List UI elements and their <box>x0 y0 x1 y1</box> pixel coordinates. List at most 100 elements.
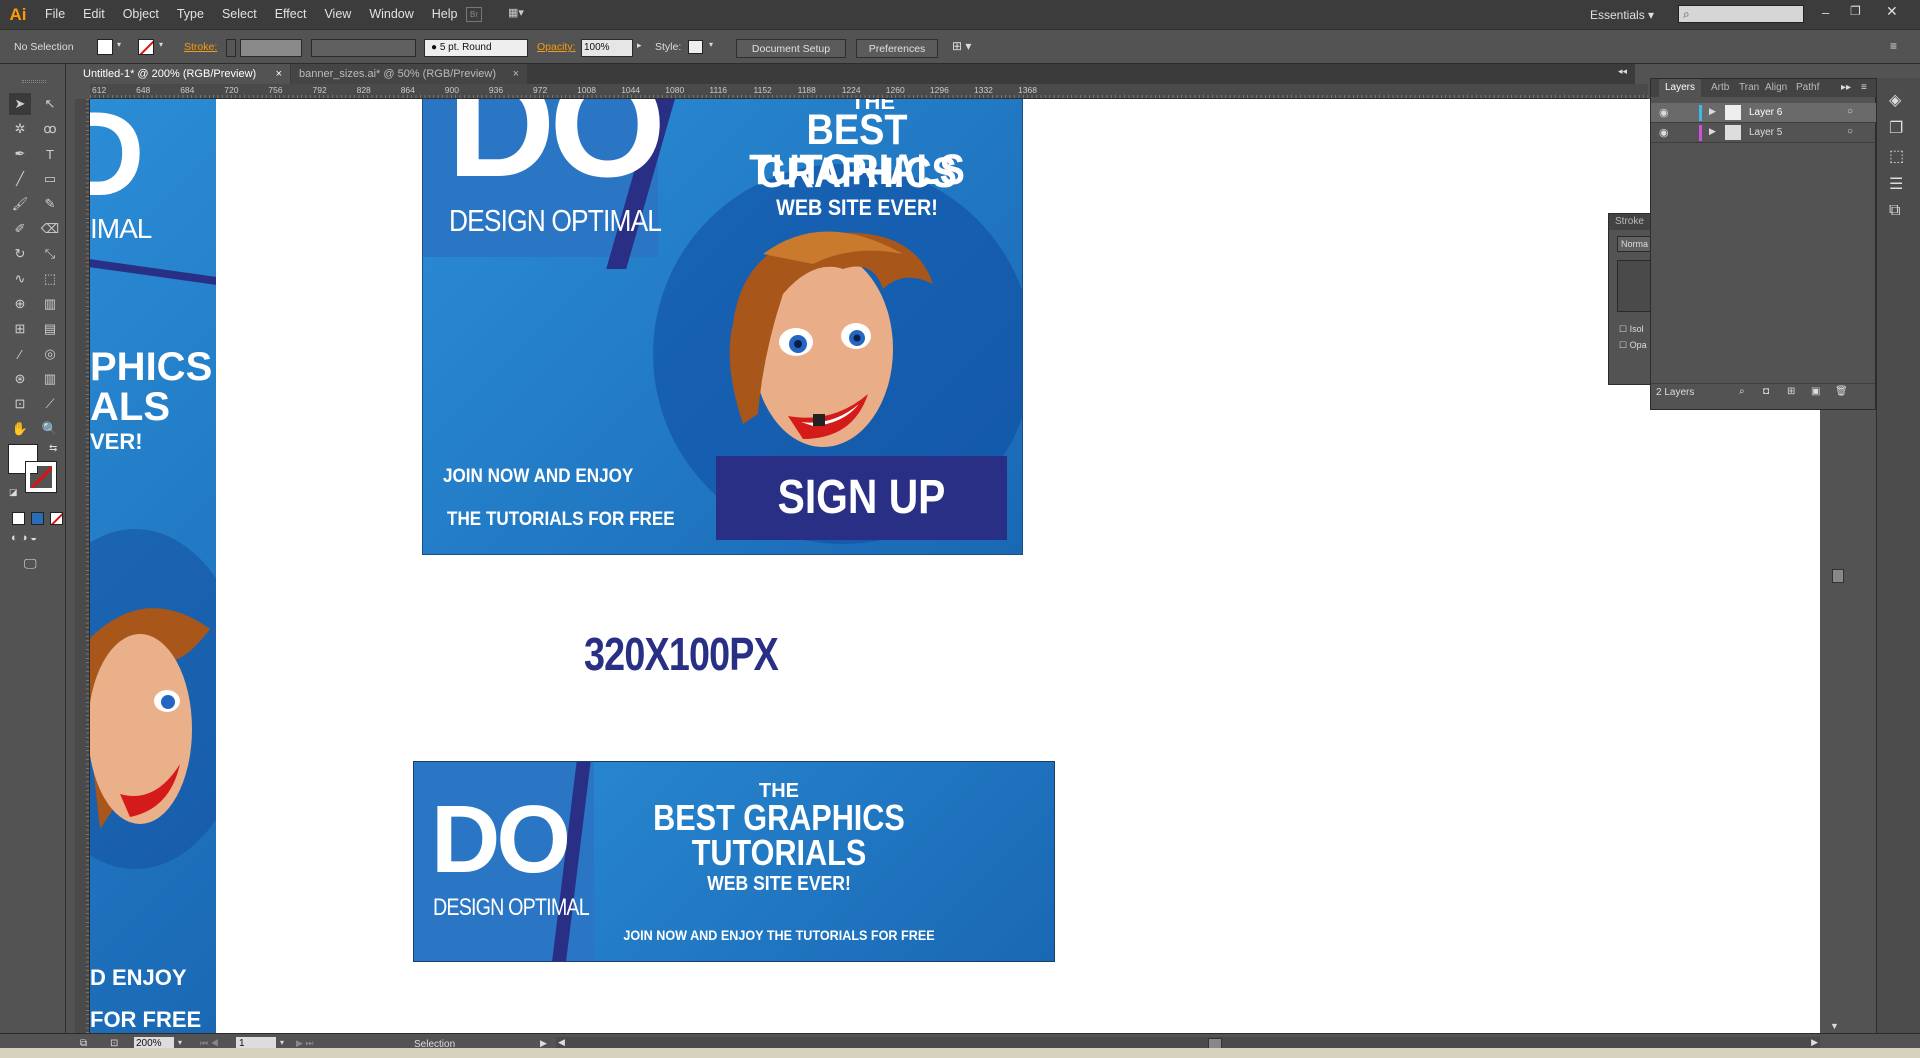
expand-icon[interactable]: ▶ <box>1709 126 1716 137</box>
restore-icon[interactable]: ❐ <box>1850 4 1861 18</box>
artboard-dropdown-icon[interactable]: ▾ <box>280 1038 284 1047</box>
align-dock-icon[interactable]: ☰ <box>1889 174 1903 194</box>
selection-tool-icon[interactable]: ➤ <box>9 93 31 115</box>
type-tool-icon[interactable]: T <box>39 143 61 165</box>
default-colors-icon[interactable]: ◪ <box>9 487 18 498</box>
layer-row[interactable]: ◉ ▶ Layer 6 ○ <box>1651 103 1877 123</box>
stroke-weight-field[interactable] <box>240 39 302 57</box>
banner-skyscraper-partial[interactable]: D IMAL PHICS ALS VER! D ENJOY FOR FREE <box>90 99 216 1033</box>
layer-row[interactable]: ◉ ▶ Layer 5 ○ <box>1651 123 1877 143</box>
scrollbar-thumb[interactable] <box>1832 569 1844 583</box>
stroke-weight-stepper[interactable] <box>226 39 236 57</box>
direct-selection-tool-icon[interactable]: ↖ <box>39 93 61 115</box>
eyedropper-tool-icon[interactable]: ⁄ <box>9 343 31 365</box>
new-sublayer-icon[interactable]: ⊞ <box>1787 386 1795 397</box>
isolate-checkbox[interactable]: ☐ Isol <box>1619 324 1652 335</box>
zoom-dropdown-icon[interactable]: ▾ <box>178 1038 182 1047</box>
sign-up-button[interactable]: SIGN UP NOW <box>716 456 1007 540</box>
fill-dropdown-icon[interactable]: ▾ <box>117 40 121 49</box>
artboard-tool-icon[interactable]: ⊡ <box>9 393 31 415</box>
tab-pathfinder[interactable]: Pathf <box>1796 79 1819 97</box>
opacity-label[interactable]: Opacity: <box>537 41 576 53</box>
hand-tool-icon[interactable]: ✋ <box>9 418 31 440</box>
menu-view[interactable]: View <box>315 0 360 29</box>
tab-artboards[interactable]: Artb <box>1711 79 1729 97</box>
gradient-mode-icon[interactable] <box>31 512 44 525</box>
free-transform-tool-icon[interactable]: ⬚ <box>39 268 61 290</box>
collapse-panels-icon[interactable]: ◂◂ <box>1618 66 1627 77</box>
stroke-panel-title[interactable]: Stroke <box>1609 214 1652 230</box>
menu-select[interactable]: Select <box>213 0 266 29</box>
document-setup-button[interactable]: Document Setup <box>736 39 846 58</box>
pencil-tool-icon[interactable]: ✎ <box>39 193 61 215</box>
make-clipping-mask-icon[interactable]: ◘ <box>1763 386 1769 397</box>
stroke-swatch[interactable] <box>138 39 154 55</box>
opacity-mask-checkbox[interactable]: ☐ Opa <box>1619 340 1652 351</box>
opacity-field[interactable]: 100% <box>581 39 633 57</box>
eye-icon[interactable]: ◉ <box>1659 106 1669 119</box>
paintbrush-tool-icon[interactable]: 🖌 <box>9 193 31 215</box>
opacity-arrow-icon[interactable]: ▸ <box>637 40 642 51</box>
gradient-tool-icon[interactable]: ▤ <box>39 318 61 340</box>
minimize-icon[interactable]: – <box>1822 5 1829 20</box>
scroll-left-icon[interactable]: ◀ <box>558 1037 565 1048</box>
vertical-ruler[interactable] <box>75 99 90 1033</box>
variable-width-profile[interactable] <box>311 39 416 57</box>
warp-tool-icon[interactable]: ∿ <box>9 268 31 290</box>
tab-layers[interactable]: Layers <box>1659 79 1702 97</box>
layer-name[interactable]: Layer 5 <box>1749 127 1782 138</box>
shape-builder-tool-icon[interactable]: ⊕ <box>9 293 31 315</box>
search-input[interactable]: ⌕ <box>1678 5 1804 23</box>
menu-object[interactable]: Object <box>114 0 168 29</box>
style-swatch[interactable] <box>688 40 703 54</box>
screen-mode-icon[interactable]: 🖵 <box>24 556 37 572</box>
menu-file[interactable]: File <box>36 0 74 29</box>
layers-dock-icon[interactable]: ◈ <box>1889 90 1901 110</box>
pathfinder-dock-icon[interactable]: ⧉ <box>1889 202 1900 220</box>
eye-icon[interactable]: ◉ <box>1659 126 1669 139</box>
menu-type[interactable]: Type <box>168 0 213 29</box>
lasso-tool-icon[interactable]: ꝏ <box>39 118 61 140</box>
line-tool-icon[interactable]: ╱ <box>9 168 31 190</box>
new-layer-icon[interactable]: ▣ <box>1811 386 1820 397</box>
tab-transform[interactable]: Tran <box>1739 79 1759 97</box>
panel-menu-icon[interactable]: ≡ <box>1861 79 1867 97</box>
transform-dock-icon[interactable]: ⬚ <box>1889 146 1904 166</box>
menu-help[interactable]: Help <box>423 0 467 29</box>
scale-tool-icon[interactable]: ⤡ <box>39 243 61 265</box>
stroke-dropdown-icon[interactable]: ▾ <box>159 40 163 49</box>
tab-align[interactable]: Align <box>1765 79 1787 97</box>
symbol-sprayer-tool-icon[interactable]: ⊛ <box>9 368 31 390</box>
zoom-tool-icon[interactable]: 🔍 <box>39 418 61 440</box>
tab-banner-sizes[interactable]: banner_sizes.ai* @ 50% (RGB/Preview) × <box>291 64 527 84</box>
target-icon[interactable]: ○ <box>1847 106 1853 117</box>
scroll-right-icon[interactable]: ▶ <box>1811 1037 1818 1048</box>
draw-normal-icon[interactable]: ◐ ◑ ◒ <box>11 532 37 544</box>
banner-small[interactable]: DO DESIGN OPTIMAL THE BEST GRAPHICS TUTO… <box>413 761 1055 962</box>
blend-tool-icon[interactable]: ◎ <box>39 343 61 365</box>
menu-effect[interactable]: Effect <box>266 0 316 29</box>
mesh-tool-icon[interactable]: ⊞ <box>9 318 31 340</box>
target-icon[interactable]: ○ <box>1847 126 1853 137</box>
blend-mode-select[interactable]: Norma <box>1617 236 1652 252</box>
slice-tool-icon[interactable]: ⟋ <box>39 393 61 415</box>
arrange-icon[interactable]: ⊞ ▾ <box>952 39 971 53</box>
swap-colors-icon[interactable]: ⇆ <box>49 443 57 454</box>
rotate-tool-icon[interactable]: ↻ <box>9 243 31 265</box>
close-icon[interactable]: × <box>276 64 282 84</box>
bridge-icon[interactable]: Br <box>466 7 482 22</box>
rectangle-tool-icon[interactable]: ▭ <box>39 168 61 190</box>
locate-object-icon[interactable]: ⌕ <box>1739 386 1745 397</box>
style-dropdown-icon[interactable]: ▾ <box>709 40 713 49</box>
layer-name[interactable]: Layer 6 <box>1749 107 1782 118</box>
horizontal-ruler[interactable]: 612 648 684 720 756 792 828 864 900 936 972 1008 104… <box>90 84 1648 99</box>
pen-tool-icon[interactable]: ✒ <box>9 143 31 165</box>
artboards-dock-icon[interactable]: ❐ <box>1889 118 1903 138</box>
menu-edit[interactable]: Edit <box>74 0 114 29</box>
expand-icon[interactable]: ▶ <box>1709 106 1716 117</box>
control-panel-menu-icon[interactable]: ≡ <box>1890 39 1897 53</box>
arrange-documents-icon[interactable]: ▦▾ <box>508 6 536 22</box>
artboard-canvas[interactable]: D IMAL PHICS ALS VER! D ENJOY FOR FREE D… <box>90 99 1820 1033</box>
stroke-label[interactable]: Stroke: <box>184 41 217 53</box>
perspective-grid-tool-icon[interactable]: ▥ <box>39 293 61 315</box>
